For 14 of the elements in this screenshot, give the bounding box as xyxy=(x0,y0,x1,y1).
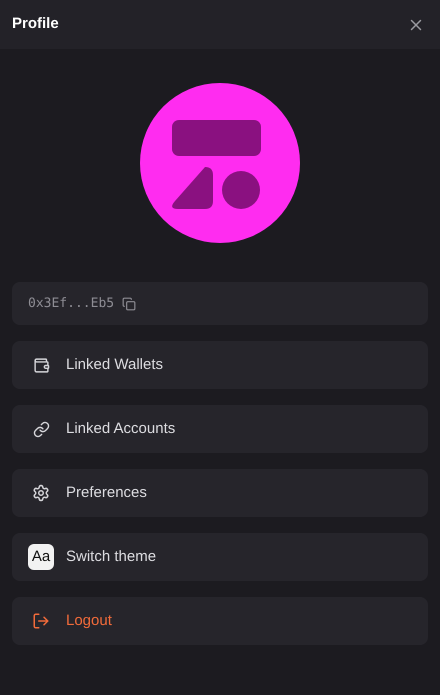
menu-item[interactable]: Aa Switch theme xyxy=(12,533,428,581)
font-icon: Aa xyxy=(28,544,54,570)
menu-item[interactable]: Linked Wallets xyxy=(12,341,428,389)
wallet-address: 0x3Ef...Eb5 xyxy=(28,294,114,313)
wallet-icon xyxy=(32,356,50,374)
avatar-icon xyxy=(140,83,300,243)
menu-item[interactable]: Preferences xyxy=(12,469,428,517)
settings-icon xyxy=(32,484,50,502)
menu-item[interactable]: Linked Accounts xyxy=(12,405,428,453)
copy-icon[interactable] xyxy=(122,296,136,310)
menu-item[interactable]: Logout xyxy=(12,597,428,645)
window-title: Profile xyxy=(12,14,59,34)
logout-icon xyxy=(32,612,50,630)
link-icon xyxy=(32,420,50,438)
